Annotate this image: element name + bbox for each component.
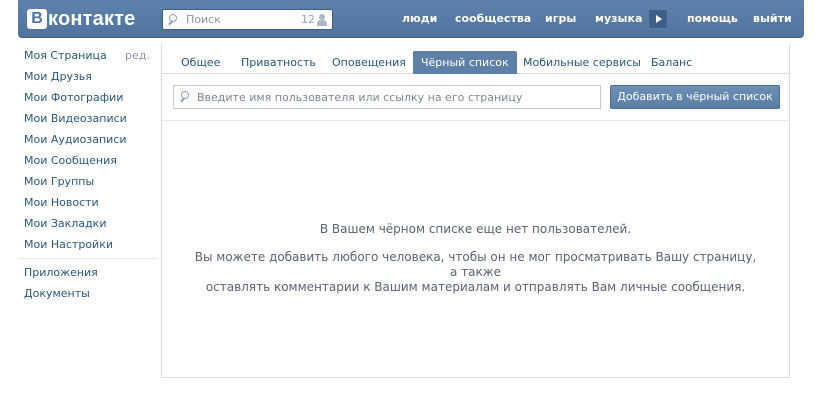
settings-tabs: Общее Приватность Оповещения Чёрный спис…: [162, 51, 789, 74]
nav-games[interactable]: игры: [545, 12, 576, 25]
blacklist-input-placeholder: Введите имя пользователя или ссылку на е…: [197, 90, 523, 104]
settings-panel: Общее Приватность Оповещения Чёрный спис…: [161, 44, 790, 378]
music-play-button[interactable]: [648, 9, 668, 29]
sidebar-item-my-page[interactable]: Моя Страница: [24, 49, 107, 62]
person-icon: [317, 13, 327, 26]
nav-logout[interactable]: выйти: [753, 12, 792, 25]
sidebar-item-friends[interactable]: Мои Друзья: [24, 70, 92, 83]
play-icon: [656, 15, 662, 23]
tab-notifications[interactable]: Оповещения: [324, 51, 414, 74]
header-search-input[interactable]: Поиск 12: [162, 9, 333, 30]
sidebar-item-documents[interactable]: Документы: [24, 287, 90, 300]
tab-mobile-services[interactable]: Мобильные сервисы: [515, 51, 649, 74]
nav-people[interactable]: люди: [402, 12, 437, 25]
content-divider: [162, 120, 789, 121]
logo-mark: В: [27, 9, 47, 29]
sidebar-item-news[interactable]: Мои Новости: [24, 196, 99, 209]
tab-blacklist[interactable]: Чёрный список: [413, 51, 517, 74]
add-to-blacklist-button[interactable]: Добавить в чёрный список: [610, 85, 780, 109]
search-people-count: 12: [301, 13, 315, 26]
search-icon: [166, 12, 182, 28]
sidebar-item-messages[interactable]: Мои Сообщения: [24, 154, 117, 167]
sidebar-item-bookmarks[interactable]: Мои Закладки: [24, 217, 106, 230]
empty-state-description: Вы можете добавить любого человека, чтоб…: [192, 250, 759, 295]
sidebar-item-apps[interactable]: Приложения: [24, 266, 98, 279]
logo-text: контакте: [48, 7, 136, 30]
search-placeholder: Поиск: [186, 13, 221, 26]
empty-desc-line-1: Вы можете добавить любого человека, чтоб…: [194, 250, 757, 279]
nav-music[interactable]: музыка: [595, 12, 642, 25]
nav-communities[interactable]: сообщества: [455, 12, 531, 25]
tab-balance[interactable]: Баланс: [643, 51, 700, 74]
empty-desc-line-2: оставлять комментарии к Вашим материалам…: [205, 280, 746, 294]
tab-privacy[interactable]: Приватность: [233, 51, 324, 74]
top-header: В контакте Поиск 12 люди сообщества игры…: [18, 0, 804, 38]
sidebar-edit-link[interactable]: ред.: [125, 49, 150, 62]
sidebar-item-photos[interactable]: Мои Фотографии: [24, 91, 123, 104]
tab-general[interactable]: Общее: [173, 51, 228, 74]
vk-logo[interactable]: В контакте: [27, 7, 136, 31]
nav-help[interactable]: помощь: [687, 12, 738, 25]
search-icon: [178, 89, 194, 105]
blacklist-user-input[interactable]: Введите имя пользователя или ссылку на е…: [173, 85, 601, 109]
sidebar-item-settings[interactable]: Мои Настройки: [24, 238, 113, 251]
sidebar-item-videos[interactable]: Мои Видеозаписи: [24, 112, 127, 125]
sidebar-item-groups[interactable]: Мои Группы: [24, 175, 94, 188]
empty-state-title: В Вашем чёрном списке еще нет пользовате…: [319, 222, 632, 236]
sidebar-divider: [18, 258, 158, 259]
sidebar-item-audio[interactable]: Мои Аудиозаписи: [24, 133, 127, 146]
